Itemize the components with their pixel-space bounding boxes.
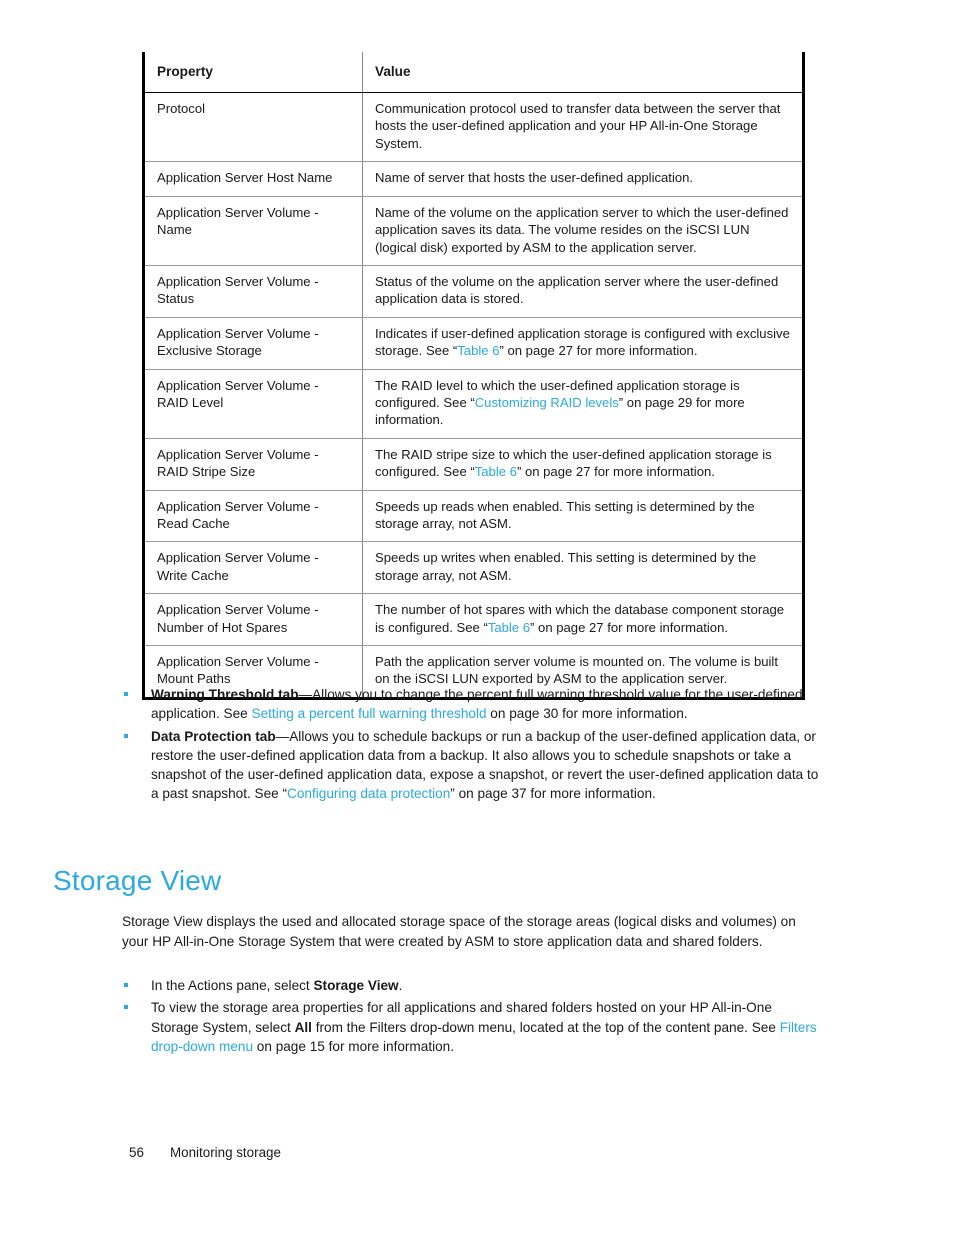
table-cell-value: Indicates if user-defined application st… bbox=[362, 317, 804, 370]
table-cell-property: Application Server Volume - Name bbox=[143, 196, 363, 266]
storage-view-intro-paragraph: Storage View displays the used and alloc… bbox=[122, 914, 796, 949]
text-run: Name of the volume on the application se… bbox=[375, 204, 789, 255]
list-item: In the Actions pane, select Storage View… bbox=[121, 976, 821, 995]
table-row: Application Server Volume - RAID Level Th… bbox=[143, 369, 804, 439]
document-page: Property Value Protocol Communication pro… bbox=[0, 0, 954, 1235]
table-row: Application Server Volume - RAID Stripe … bbox=[143, 438, 804, 491]
page-title-storage-view: Storage View bbox=[53, 865, 222, 896]
table-cell-value: Name of the volume on the application se… bbox=[362, 196, 804, 266]
table-row: Application Server Volume - Write Cache S… bbox=[143, 541, 804, 595]
emphasis-text: All bbox=[294, 1019, 312, 1035]
table-cell-value: Speeds up reads when enabled. This setti… bbox=[362, 490, 804, 543]
page-footer: 56 Monitoring storage bbox=[129, 1145, 281, 1160]
list-item-text: Warning Threshold tab—Allows you to chan… bbox=[151, 687, 803, 721]
text-run: ” on page 37 for more information. bbox=[450, 786, 656, 802]
property-value-table-container: Property Value Protocol Communication pro… bbox=[142, 52, 805, 700]
table-cell-value: Name of server that hosts the user-defin… bbox=[362, 161, 804, 197]
table-row: Application Server Volume - Status Status… bbox=[143, 265, 804, 318]
text-run: Speeds up writes when enabled. This sett… bbox=[375, 550, 757, 583]
table-row: Application Server Volume - Name Name of … bbox=[143, 196, 804, 266]
emphasis-text: Warning Threshold tab bbox=[151, 687, 299, 702]
table-header: Property Value bbox=[143, 52, 804, 94]
text-run: on page 30 for more information. bbox=[486, 706, 688, 722]
text-run: from the Filters drop-down menu, located… bbox=[311, 1019, 780, 1035]
table-cell-value: Speeds up writes when enabled. This sett… bbox=[362, 541, 804, 595]
table-row: Application Server Volume - Exclusive St… bbox=[143, 317, 804, 370]
emphasis-text: Storage View bbox=[313, 978, 399, 993]
text-run: Communication protocol used to transfer … bbox=[375, 101, 781, 151]
table-body: Protocol Communication protocol used to t… bbox=[143, 92, 804, 699]
cross-reference-link[interactable]: Table 6 bbox=[488, 620, 530, 635]
table-row: Application Server Volume - Read Cache Sp… bbox=[143, 490, 804, 543]
cross-reference-link[interactable]: Table 6 bbox=[457, 343, 499, 358]
text-run: Path the application server volume is mo… bbox=[375, 654, 778, 687]
table-cell-value: The RAID stripe size to which the user-d… bbox=[362, 438, 804, 491]
table-cell-property: Application Server Volume - Write Cache bbox=[143, 541, 363, 595]
table-cell-value: Status of the volume on the application … bbox=[362, 265, 804, 318]
cross-reference-link[interactable]: Setting a percent full warning threshold bbox=[252, 706, 487, 721]
table-cell-property: Application Server Volume - RAID Stripe … bbox=[143, 438, 363, 491]
list-item: To view the storage area properties for … bbox=[121, 998, 821, 1056]
table-cell-property: Protocol bbox=[143, 92, 363, 163]
table-row: Protocol Communication protocol used to t… bbox=[143, 92, 804, 163]
bullet-square-icon bbox=[124, 983, 128, 987]
text-run: Speeds up reads when enabled. This setti… bbox=[375, 498, 755, 531]
footer-page-number: 56 bbox=[129, 1145, 144, 1160]
cross-reference-link[interactable]: Configuring data protection bbox=[287, 786, 450, 801]
text-run: ” on page 27 for more information. bbox=[530, 619, 729, 635]
footer-chapter-title: Monitoring storage bbox=[170, 1145, 281, 1160]
bullet-square-icon bbox=[124, 1005, 128, 1010]
table-header-row: Property Value bbox=[143, 52, 804, 94]
bullet-square-icon bbox=[124, 692, 128, 696]
cross-reference-link[interactable]: Table 6 bbox=[475, 464, 517, 479]
bullet-square-icon bbox=[124, 733, 128, 738]
emphasis-text: Data Protection tab bbox=[151, 728, 276, 744]
property-value-table: Property Value Protocol Communication pro… bbox=[142, 52, 805, 700]
table-cell-value: Communication protocol used to transfer … bbox=[362, 92, 804, 163]
list-item: Warning Threshold tab—Allows you to chan… bbox=[121, 685, 821, 724]
table-cell-property: Application Server Volume - Number of Ho… bbox=[143, 593, 363, 647]
list-item-text: In the Actions pane, select Storage View… bbox=[151, 978, 402, 993]
text-run: . bbox=[398, 978, 403, 993]
table-cell-value: The number of hot spares with which the … bbox=[362, 593, 804, 647]
table-cell-value: The RAID level to which the user-defined… bbox=[362, 369, 804, 439]
text-run: Name of server that hosts the user-defin… bbox=[375, 170, 694, 186]
cross-reference-link[interactable]: Customizing RAID levels bbox=[475, 395, 619, 410]
table-row: Application Server Host Name Name of serv… bbox=[143, 161, 804, 197]
table-cell-property: Application Server Volume - Read Cache bbox=[143, 490, 363, 543]
column-header-value: Value bbox=[362, 52, 804, 94]
list-item-text: Data Protection tab—Allows you to schedu… bbox=[151, 729, 818, 802]
tab-description-list: Warning Threshold tab—Allows you to chan… bbox=[121, 685, 821, 807]
list-item-text: To view the storage area properties for … bbox=[151, 1000, 817, 1054]
table-cell-property: Application Server Volume - RAID Level bbox=[143, 369, 363, 439]
list-item: Data Protection tab—Allows you to schedu… bbox=[121, 727, 821, 804]
column-header-property: Property bbox=[143, 52, 363, 94]
storage-view-bullet-list: In the Actions pane, select Storage View… bbox=[121, 976, 821, 1059]
text-run: Status of the volume on the application … bbox=[375, 273, 779, 307]
text-run: In the Actions pane, select bbox=[151, 978, 314, 993]
table-cell-property: Application Server Host Name bbox=[143, 161, 363, 197]
table-cell-property: Application Server Volume - Status bbox=[143, 265, 363, 318]
table-cell-property: Application Server Volume - Exclusive St… bbox=[143, 317, 363, 370]
text-run: ” on page 27 for more information. bbox=[499, 343, 698, 359]
text-run: on page 15 for more information. bbox=[253, 1038, 455, 1054]
text-run: ” on page 27 for more information. bbox=[516, 464, 715, 480]
table-row: Application Server Volume - Number of Ho… bbox=[143, 593, 804, 647]
